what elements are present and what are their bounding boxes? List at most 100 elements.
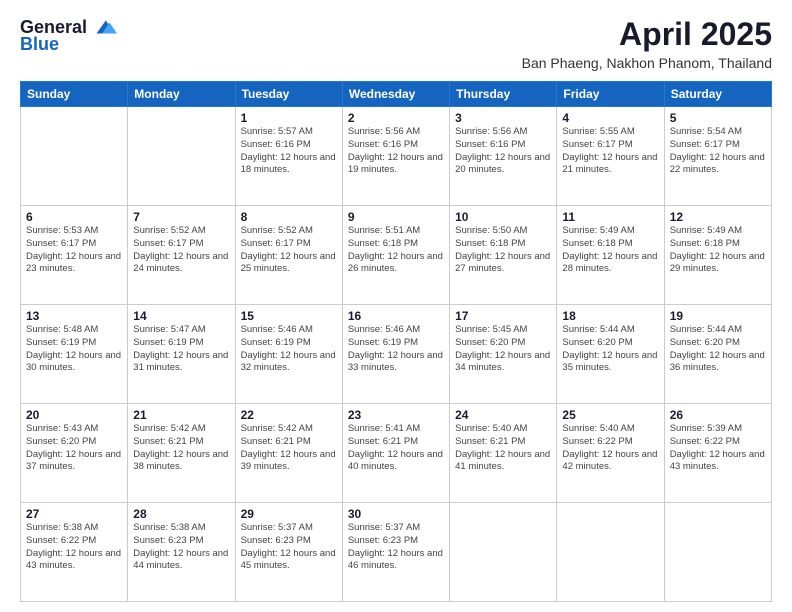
day-number: 8 (241, 210, 337, 224)
table-row: 17Sunrise: 5:45 AM Sunset: 6:20 PM Dayli… (450, 305, 557, 404)
table-row: 14Sunrise: 5:47 AM Sunset: 6:19 PM Dayli… (128, 305, 235, 404)
day-info: Sunrise: 5:44 AM Sunset: 6:20 PM Dayligh… (670, 324, 766, 375)
day-number: 24 (455, 408, 551, 422)
table-row (128, 107, 235, 206)
day-number: 21 (133, 408, 229, 422)
day-info: Sunrise: 5:37 AM Sunset: 6:23 PM Dayligh… (348, 522, 444, 573)
day-number: 29 (241, 507, 337, 521)
day-number: 14 (133, 309, 229, 323)
table-row (664, 503, 771, 602)
day-number: 28 (133, 507, 229, 521)
table-row: 4Sunrise: 5:55 AM Sunset: 6:17 PM Daylig… (557, 107, 664, 206)
day-number: 5 (670, 111, 766, 125)
day-number: 4 (562, 111, 658, 125)
title-section: April 2025 Ban Phaeng, Nakhon Phanom, Th… (522, 16, 772, 71)
table-row: 6Sunrise: 5:53 AM Sunset: 6:17 PM Daylig… (21, 206, 128, 305)
table-row: 23Sunrise: 5:41 AM Sunset: 6:21 PM Dayli… (342, 404, 449, 503)
day-info: Sunrise: 5:49 AM Sunset: 6:18 PM Dayligh… (670, 225, 766, 276)
day-number: 23 (348, 408, 444, 422)
day-number: 30 (348, 507, 444, 521)
col-monday: Monday (128, 82, 235, 107)
col-friday: Friday (557, 82, 664, 107)
table-row: 2Sunrise: 5:56 AM Sunset: 6:16 PM Daylig… (342, 107, 449, 206)
day-number: 18 (562, 309, 658, 323)
day-info: Sunrise: 5:42 AM Sunset: 6:21 PM Dayligh… (133, 423, 229, 474)
logo-icon (89, 16, 117, 38)
day-info: Sunrise: 5:46 AM Sunset: 6:19 PM Dayligh… (241, 324, 337, 375)
day-number: 12 (670, 210, 766, 224)
table-row: 26Sunrise: 5:39 AM Sunset: 6:22 PM Dayli… (664, 404, 771, 503)
day-number: 13 (26, 309, 122, 323)
day-number: 25 (562, 408, 658, 422)
calendar: Sunday Monday Tuesday Wednesday Thursday… (20, 81, 772, 602)
day-number: 9 (348, 210, 444, 224)
day-info: Sunrise: 5:56 AM Sunset: 6:16 PM Dayligh… (348, 126, 444, 177)
day-info: Sunrise: 5:37 AM Sunset: 6:23 PM Dayligh… (241, 522, 337, 573)
day-info: Sunrise: 5:51 AM Sunset: 6:18 PM Dayligh… (348, 225, 444, 276)
table-row: 1Sunrise: 5:57 AM Sunset: 6:16 PM Daylig… (235, 107, 342, 206)
day-info: Sunrise: 5:44 AM Sunset: 6:20 PM Dayligh… (562, 324, 658, 375)
day-number: 1 (241, 111, 337, 125)
day-info: Sunrise: 5:38 AM Sunset: 6:23 PM Dayligh… (133, 522, 229, 573)
calendar-week-row: 1Sunrise: 5:57 AM Sunset: 6:16 PM Daylig… (21, 107, 772, 206)
day-info: Sunrise: 5:41 AM Sunset: 6:21 PM Dayligh… (348, 423, 444, 474)
col-sunday: Sunday (21, 82, 128, 107)
logo: General Blue (20, 16, 117, 55)
day-number: 3 (455, 111, 551, 125)
day-info: Sunrise: 5:38 AM Sunset: 6:22 PM Dayligh… (26, 522, 122, 573)
col-saturday: Saturday (664, 82, 771, 107)
day-number: 22 (241, 408, 337, 422)
calendar-week-row: 13Sunrise: 5:48 AM Sunset: 6:19 PM Dayli… (21, 305, 772, 404)
day-info: Sunrise: 5:40 AM Sunset: 6:21 PM Dayligh… (455, 423, 551, 474)
table-row: 12Sunrise: 5:49 AM Sunset: 6:18 PM Dayli… (664, 206, 771, 305)
table-row: 16Sunrise: 5:46 AM Sunset: 6:19 PM Dayli… (342, 305, 449, 404)
day-number: 11 (562, 210, 658, 224)
table-row: 5Sunrise: 5:54 AM Sunset: 6:17 PM Daylig… (664, 107, 771, 206)
calendar-week-row: 27Sunrise: 5:38 AM Sunset: 6:22 PM Dayli… (21, 503, 772, 602)
calendar-week-row: 6Sunrise: 5:53 AM Sunset: 6:17 PM Daylig… (21, 206, 772, 305)
day-info: Sunrise: 5:46 AM Sunset: 6:19 PM Dayligh… (348, 324, 444, 375)
page: General Blue April 2025 Ban Phaeng, Nakh… (0, 0, 792, 612)
table-row: 21Sunrise: 5:42 AM Sunset: 6:21 PM Dayli… (128, 404, 235, 503)
day-info: Sunrise: 5:54 AM Sunset: 6:17 PM Dayligh… (670, 126, 766, 177)
day-info: Sunrise: 5:56 AM Sunset: 6:16 PM Dayligh… (455, 126, 551, 177)
logo-text-blue: Blue (20, 34, 59, 55)
day-info: Sunrise: 5:53 AM Sunset: 6:17 PM Dayligh… (26, 225, 122, 276)
day-info: Sunrise: 5:43 AM Sunset: 6:20 PM Dayligh… (26, 423, 122, 474)
location-title: Ban Phaeng, Nakhon Phanom, Thailand (522, 55, 772, 71)
table-row: 13Sunrise: 5:48 AM Sunset: 6:19 PM Dayli… (21, 305, 128, 404)
day-info: Sunrise: 5:39 AM Sunset: 6:22 PM Dayligh… (670, 423, 766, 474)
day-number: 17 (455, 309, 551, 323)
table-row (450, 503, 557, 602)
table-row: 30Sunrise: 5:37 AM Sunset: 6:23 PM Dayli… (342, 503, 449, 602)
table-row: 22Sunrise: 5:42 AM Sunset: 6:21 PM Dayli… (235, 404, 342, 503)
day-info: Sunrise: 5:55 AM Sunset: 6:17 PM Dayligh… (562, 126, 658, 177)
day-info: Sunrise: 5:40 AM Sunset: 6:22 PM Dayligh… (562, 423, 658, 474)
day-info: Sunrise: 5:45 AM Sunset: 6:20 PM Dayligh… (455, 324, 551, 375)
table-row: 24Sunrise: 5:40 AM Sunset: 6:21 PM Dayli… (450, 404, 557, 503)
table-row: 10Sunrise: 5:50 AM Sunset: 6:18 PM Dayli… (450, 206, 557, 305)
header: General Blue April 2025 Ban Phaeng, Nakh… (20, 16, 772, 71)
day-number: 16 (348, 309, 444, 323)
table-row: 11Sunrise: 5:49 AM Sunset: 6:18 PM Dayli… (557, 206, 664, 305)
calendar-header-row: Sunday Monday Tuesday Wednesday Thursday… (21, 82, 772, 107)
day-number: 20 (26, 408, 122, 422)
month-title: April 2025 (522, 16, 772, 53)
table-row: 8Sunrise: 5:52 AM Sunset: 6:17 PM Daylig… (235, 206, 342, 305)
table-row: 9Sunrise: 5:51 AM Sunset: 6:18 PM Daylig… (342, 206, 449, 305)
table-row: 3Sunrise: 5:56 AM Sunset: 6:16 PM Daylig… (450, 107, 557, 206)
day-number: 7 (133, 210, 229, 224)
day-number: 10 (455, 210, 551, 224)
day-number: 19 (670, 309, 766, 323)
table-row: 7Sunrise: 5:52 AM Sunset: 6:17 PM Daylig… (128, 206, 235, 305)
day-number: 26 (670, 408, 766, 422)
table-row: 15Sunrise: 5:46 AM Sunset: 6:19 PM Dayli… (235, 305, 342, 404)
calendar-week-row: 20Sunrise: 5:43 AM Sunset: 6:20 PM Dayli… (21, 404, 772, 503)
table-row: 18Sunrise: 5:44 AM Sunset: 6:20 PM Dayli… (557, 305, 664, 404)
table-row: 27Sunrise: 5:38 AM Sunset: 6:22 PM Dayli… (21, 503, 128, 602)
col-thursday: Thursday (450, 82, 557, 107)
table-row: 29Sunrise: 5:37 AM Sunset: 6:23 PM Dayli… (235, 503, 342, 602)
col-wednesday: Wednesday (342, 82, 449, 107)
day-number: 27 (26, 507, 122, 521)
day-info: Sunrise: 5:57 AM Sunset: 6:16 PM Dayligh… (241, 126, 337, 177)
